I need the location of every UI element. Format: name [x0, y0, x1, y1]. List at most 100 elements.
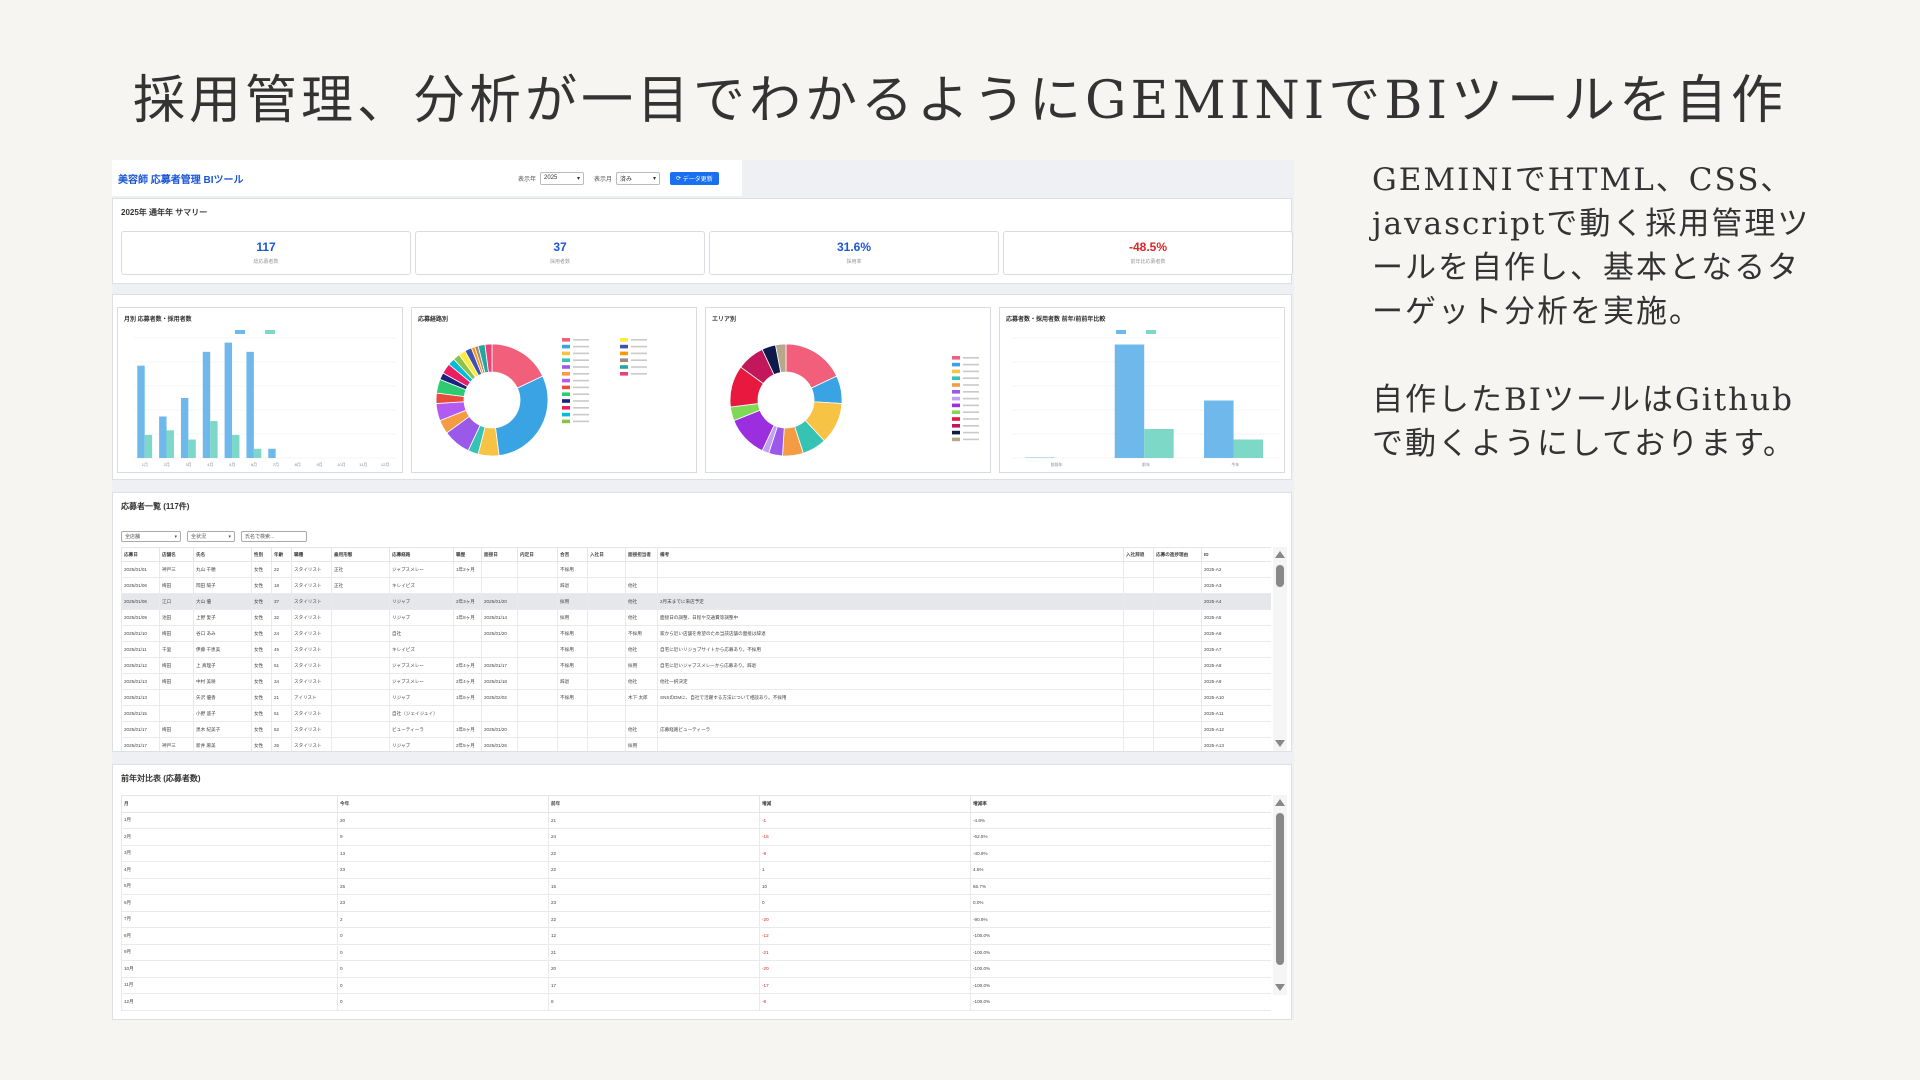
year-select[interactable]: 2025 ▾: [540, 171, 585, 185]
table-cell: -62.5%: [970, 828, 1271, 846]
table-cell: 伊藤 千恵美: [193, 641, 252, 658]
table-cell: [517, 577, 558, 594]
table-cell: 2025/01/14: [481, 609, 518, 626]
legend-label: [963, 370, 979, 373]
table-cell: 21: [548, 943, 760, 961]
table-cell: 女性: [251, 593, 272, 610]
table-cell: 9月: [121, 943, 338, 961]
table-row[interactable]: 4月 23 22 1 4.5%: [121, 861, 1271, 879]
yoy-table-scrollbar[interactable]: [1273, 795, 1287, 995]
legend-label: [963, 431, 979, 434]
chevron-down-icon: ▾: [228, 533, 231, 540]
table-cell: [587, 641, 626, 658]
table-cell: 2025-A9: [1201, 673, 1271, 690]
table-row[interactable]: 9月 0 21 -21 -100.0%: [121, 943, 1271, 961]
slide-title: 採用管理、分析が一目でわかるようにGEMINIでBIツールを自作: [132, 71, 1788, 131]
table-cell: [1123, 577, 1154, 594]
applicant-table: 応募日 店舗名 氏名 性別 年齢 職種 雇用形態 応募経路 職歴 面接日 内定日 合否 入社日 面接担当者…: [121, 547, 1271, 751]
legend-label: [573, 393, 589, 395]
legend-label: [631, 359, 647, 361]
legend-swatch: [952, 369, 960, 374]
table-row[interactable]: 6月 23 23 0 0.0%: [121, 894, 1271, 912]
column-header: 職歴: [453, 547, 482, 562]
table-cell: 小野 遥子: [193, 705, 252, 722]
table-cell: [1153, 673, 1202, 690]
table-cell: 12: [548, 927, 760, 945]
table-row[interactable]: 11月 0 17 -17 -100.0%: [121, 976, 1271, 994]
table-row[interactable]: 2025/01/06 江口 大山 優女性 37 スタイリスト リジャブ 2年3ヶ月 2025/…: [121, 593, 1271, 610]
table-row[interactable]: 5月 25 15 10 66.7%: [121, 877, 1271, 895]
table-cell: [331, 689, 390, 706]
legend-label: [963, 377, 979, 379]
table-cell: [587, 657, 626, 674]
table-cell: リジャブ: [389, 737, 454, 751]
column-header: 前年: [548, 795, 760, 813]
table-cell: [587, 561, 626, 578]
table-cell: 正社: [331, 577, 390, 594]
table-cell: [331, 705, 390, 722]
table-cell: スタイリスト: [291, 609, 332, 626]
legend-swatch: [952, 437, 960, 442]
table-row[interactable]: 8月 0 12 -12 -100.0%: [121, 927, 1271, 945]
legend-swatch: [952, 356, 960, 360]
table-cell: スタイリスト: [291, 673, 332, 690]
table-row[interactable]: 10月 0 20 -20 -100.0%: [121, 960, 1271, 978]
table-row[interactable]: 2025/01/13 矢沢 優香 女性 21 アイリスト リジャブ 1年6ヶ月 2025/02…: [121, 689, 1271, 706]
table-cell: スタイリスト: [291, 657, 332, 674]
month-select[interactable]: 済み ▾: [616, 171, 661, 185]
table-cell: 神戸三: [159, 561, 194, 578]
table-cell: [517, 689, 558, 706]
table-row[interactable]: 2025/01/10 梅田 谷口 あみ 女性 24 スタイリスト 自社 2025/01/20 不…: [121, 625, 1271, 642]
table-cell: [331, 721, 390, 738]
table-cell: [587, 737, 626, 751]
table-row[interactable]: 2025/01/17 梅田 黒木 紀美子 女性 52 スタイリスト ビューティーラ 1年6ヶ月…: [121, 721, 1271, 738]
table-cell: [517, 593, 558, 610]
table-cell: 8月: [121, 927, 338, 945]
table-row[interactable]: 2025/01/13 梅田 中村 美咲 女性 34 スタイリスト ジャブスメレー 2年4ヶ月 2…: [121, 673, 1271, 690]
column-header: ID: [1201, 547, 1271, 562]
name-search-input[interactable]: 氏名で検索...: [241, 531, 307, 542]
table-cell: 不採用: [557, 689, 588, 706]
table-cell: 梅田: [159, 657, 194, 674]
table-cell: 4.5%: [970, 861, 1271, 879]
legend-swatch: [952, 390, 960, 394]
table-row[interactable]: 2025/01/06 梅田 岡田 陽子 女性 18 スタイリスト 正社 キレイビズ 辞退 他社 20…: [121, 577, 1271, 594]
source-chart-card: 応募経路別: [411, 307, 697, 473]
table-cell: スタイリスト: [291, 593, 332, 610]
table-row[interactable]: 2025/01/09 池田 上野 愛子 女性 32 スタイリスト リジャブ 1年8ヶ月 2025…: [121, 609, 1271, 626]
table-cell: 1年2ヶ月: [453, 561, 482, 578]
table-cell: [587, 705, 626, 722]
store-filter-select[interactable]: 全店舗 ▾: [121, 531, 181, 542]
table-row[interactable]: 2025/01/12 梅田上 真理子 女性 51 スタイリスト ジャブスメレー 2年4ヶ月 2…: [121, 657, 1271, 674]
table-row[interactable]: 2月 9 24 -15 -62.5%: [121, 828, 1271, 846]
table-row[interactable]: 3月 13 22 -9 -40.9%: [121, 844, 1271, 862]
column-header: 氏名: [193, 547, 252, 562]
table-row[interactable]: 2025/01/17 神戸三 新井 麻美 女性 26 スタイリスト リジャブ 2年5ヶ月 202…: [121, 737, 1271, 751]
legend-swatch: [562, 385, 570, 390]
table-cell: 2025/01/09: [121, 609, 160, 626]
list-scrollbar[interactable]: [1273, 547, 1287, 751]
table-cell: ジャブスメレー: [389, 673, 454, 690]
legend-label: [631, 345, 647, 348]
table-row[interactable]: 7月 2 22 -20 -90.9%: [121, 910, 1271, 928]
kpi-card-yoy: -48.5% 前年比応募者数: [1003, 231, 1293, 275]
table-cell: 女性: [251, 705, 272, 722]
table-row[interactable]: 2025/01/01 神戸三 丸山 千穂 女性 22 スタイリスト 正社 ジャブスメレー 1年2…: [121, 561, 1271, 578]
status-filter-select[interactable]: 全状況 ▾: [187, 531, 235, 542]
legend-swatch: [620, 365, 628, 369]
table-row[interactable]: 2025/01/15 小野 遥子 女性 51 スタイリスト 自社（ジェイジュイ） 2025-…: [121, 705, 1271, 722]
table-cell: 不採用: [557, 641, 588, 658]
table-row[interactable]: 12月 0 8 -8 -100.0%: [121, 993, 1271, 1011]
chart-title: エリア別: [712, 317, 737, 323]
table-cell: 4月: [121, 861, 338, 879]
column-header: 備考: [657, 547, 1124, 562]
kpi-value: -48.5%: [1128, 240, 1168, 254]
table-row[interactable]: 1月 20 21 -1 -4.8%: [121, 811, 1271, 829]
table-cell: 2: [337, 910, 549, 928]
table-cell: [587, 577, 626, 594]
table-cell: 1: [759, 861, 971, 879]
update-data-button[interactable]: ⟳ データ更新: [670, 171, 719, 185]
table-cell: [557, 721, 588, 738]
table-row[interactable]: 2025/01/11 千里 伊藤 千恵美 女性 45 スタイリスト キレイビズ 不採用 他社 自宅…: [121, 641, 1271, 658]
table-cell: 2025/01/13: [121, 673, 160, 690]
